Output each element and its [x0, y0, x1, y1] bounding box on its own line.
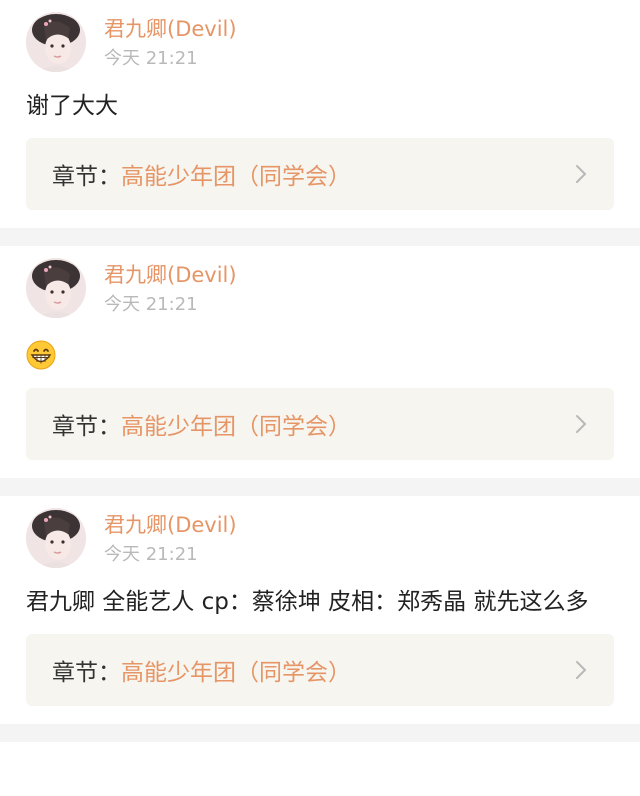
chapter-title: 高能少年团（同学会）	[121, 164, 351, 190]
avatar[interactable]	[26, 258, 86, 318]
username[interactable]: 君九卿(Devil)	[104, 260, 237, 290]
chevron-right-icon	[576, 165, 587, 183]
comment-text: 谢了大大	[26, 93, 118, 119]
chevron-right-icon	[576, 661, 587, 679]
comment-meta: 君九卿(Devil) 今天 21:21	[104, 258, 237, 318]
chapter-link[interactable]: 章节： 高能少年团（同学会）	[26, 388, 614, 460]
chapter-title: 高能少年团（同学会）	[121, 660, 351, 686]
username[interactable]: 君九卿(Devil)	[104, 510, 237, 540]
comment-header: 君九卿(Devil) 今天 21:21	[26, 12, 614, 72]
comment-header: 君九卿(Devil) 今天 21:21	[26, 258, 614, 318]
avatar[interactable]	[26, 508, 86, 568]
avatar-image	[26, 508, 86, 568]
timestamp: 今天 21:21	[104, 544, 198, 565]
chapter-prefix: 章节：	[52, 164, 121, 190]
timestamp: 今天 21:21	[104, 294, 198, 315]
chevron-right-icon	[576, 415, 587, 433]
section-divider	[0, 228, 640, 246]
chapter-title: 高能少年团（同学会）	[121, 414, 351, 440]
comment-meta: 君九卿(Devil) 今天 21:21	[104, 12, 237, 72]
avatar-image	[26, 12, 86, 72]
avatar-image	[26, 258, 86, 318]
comment-meta: 君九卿(Devil) 今天 21:21	[104, 508, 237, 568]
chapter-prefix: 章节：	[52, 660, 121, 686]
comment-item: 君九卿(Devil) 今天 21:21 谢了大大 章节： 高能少年团（同学会）	[0, 0, 640, 228]
comment-emoji	[26, 340, 614, 370]
chapter-link[interactable]: 章节： 高能少年团（同学会）	[26, 634, 614, 706]
username[interactable]: 君九卿(Devil)	[104, 14, 237, 44]
chapter-link[interactable]: 章节： 高能少年团（同学会）	[26, 138, 614, 210]
comment-item: 君九卿(Devil) 今天 21:21 章节： 高能少年团（同学会）	[0, 246, 640, 478]
comment-text: 君九卿 全能艺人 cp：蔡徐坤 皮相：郑秀晶 就先这么多	[26, 589, 589, 615]
section-divider	[0, 478, 640, 496]
comment-feed: 君九卿(Devil) 今天 21:21 谢了大大 章节： 高能少年团（同学会）	[0, 0, 640, 742]
grinning-face-emoji-icon	[26, 340, 56, 370]
comment-item: 君九卿(Devil) 今天 21:21 君九卿 全能艺人 cp：蔡徐坤 皮相：郑…	[0, 496, 640, 724]
timestamp: 今天 21:21	[104, 48, 198, 69]
chapter-prefix: 章节：	[52, 414, 121, 440]
section-divider	[0, 724, 640, 742]
avatar[interactable]	[26, 12, 86, 72]
comment-header: 君九卿(Devil) 今天 21:21	[26, 508, 614, 568]
